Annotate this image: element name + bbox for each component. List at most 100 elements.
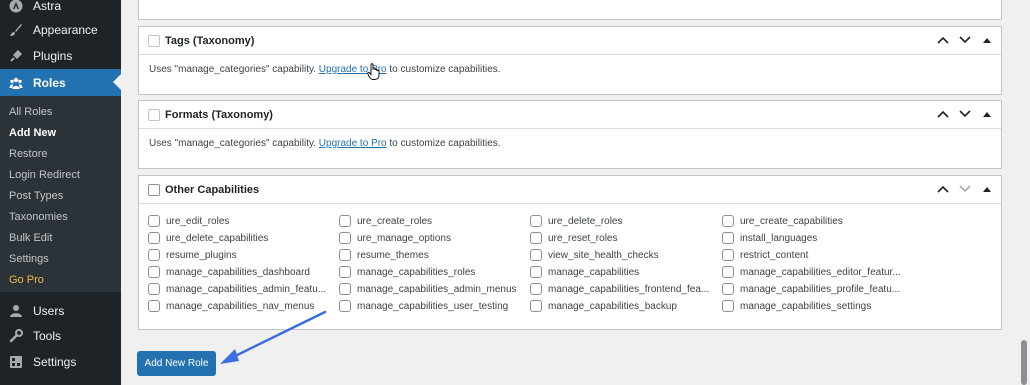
capability-note: Uses "manage_categories" capability. xyxy=(149,138,319,149)
capability-label: ure_create_roles xyxy=(357,215,433,227)
sidebar-item-settings[interactable]: Settings xyxy=(0,349,121,375)
capability-checkbox[interactable] xyxy=(530,283,542,295)
capability-item: install_languages xyxy=(722,232,817,244)
panel-header[interactable]: Tags (Taxonomy) xyxy=(139,27,1001,55)
submenu-settings[interactable]: Settings xyxy=(9,253,49,265)
panel-checkbox[interactable] xyxy=(148,183,160,196)
capability-checkbox[interactable] xyxy=(339,300,351,312)
capability-item: ure_manage_options xyxy=(339,232,451,244)
admin-sidebar: Astra Appearance Plugins Roles All Roles… xyxy=(0,0,121,385)
submenu-go-pro[interactable]: Go Pro xyxy=(9,274,44,286)
capability-item: resume_themes xyxy=(339,249,429,261)
capability-item: ure_edit_roles xyxy=(148,215,229,227)
chevron-up-icon[interactable] xyxy=(937,33,949,47)
capability-checkbox[interactable] xyxy=(339,232,351,244)
submenu-add-new[interactable]: Add New xyxy=(9,127,56,139)
chevron-up-icon[interactable] xyxy=(937,182,949,196)
plug-icon xyxy=(7,47,25,65)
upgrade-link[interactable]: Upgrade to Pro xyxy=(319,138,387,149)
capability-checkbox[interactable] xyxy=(722,300,734,312)
submenu-login-redirect[interactable]: Login Redirect xyxy=(9,169,80,181)
capability-item: manage_capabilities_editor_featur... xyxy=(722,266,901,278)
capability-item: resume_plugins xyxy=(148,249,237,261)
capability-note-suffix: to customize capabilities. xyxy=(386,138,501,149)
sidebar-item-label: Tools xyxy=(33,329,62,343)
capability-checkbox[interactable] xyxy=(339,283,351,295)
capability-item: ure_create_roles xyxy=(339,215,432,227)
capability-label: resume_themes xyxy=(357,249,429,261)
capability-checkbox[interactable] xyxy=(530,266,542,278)
panel-checkbox xyxy=(148,108,160,121)
capability-item: ure_delete_capabilities xyxy=(148,232,268,244)
capability-checkbox[interactable] xyxy=(148,283,160,295)
capability-checkbox[interactable] xyxy=(530,300,542,312)
capability-checkbox[interactable] xyxy=(339,249,351,261)
submenu-bulk-edit[interactable]: Bulk Edit xyxy=(9,232,52,244)
sidebar-item-label: Astra xyxy=(33,0,62,13)
capability-item: ure_delete_roles xyxy=(530,215,623,227)
sidebar-item-users[interactable]: Users xyxy=(0,298,121,324)
capability-checkbox[interactable] xyxy=(148,266,160,278)
capability-checkbox[interactable] xyxy=(530,215,542,227)
capability-checkbox[interactable] xyxy=(530,249,542,261)
astra-icon xyxy=(7,0,25,15)
scrollbar-thumb[interactable] xyxy=(1021,340,1027,385)
capability-label: manage_capabilities_frontend_fea... xyxy=(548,283,710,295)
capability-checkbox[interactable] xyxy=(148,300,160,312)
sidebar-item-tools[interactable]: Tools xyxy=(0,323,121,349)
capability-item: manage_capabilities_roles xyxy=(339,266,475,278)
capability-item: manage_capabilities_backup xyxy=(530,300,677,312)
capability-checkbox[interactable] xyxy=(722,232,734,244)
panel-other-capabilities: Other Capabilities ure_edit_roles ure_cre… xyxy=(138,175,1002,330)
panel-checkbox xyxy=(148,34,160,47)
capability-label: ure_delete_roles xyxy=(548,215,623,227)
sidebar-item-label: Appearance xyxy=(33,23,98,37)
chevron-down-icon[interactable] xyxy=(959,33,971,47)
sidebar-item-plugins[interactable]: Plugins xyxy=(0,43,121,69)
add-new-role-button[interactable]: Add New Role xyxy=(137,351,216,376)
capability-checkbox[interactable] xyxy=(339,266,351,278)
previous-panel xyxy=(138,0,1002,20)
capability-checkbox[interactable] xyxy=(148,232,160,244)
sidebar-item-roles[interactable]: Roles xyxy=(0,69,121,96)
capability-checkbox[interactable] xyxy=(339,215,351,227)
capability-item: ure_create_capabilities xyxy=(722,215,843,227)
capability-label: manage_capabilities_admin_featu... xyxy=(166,283,327,295)
panel-title: Other Capabilities xyxy=(165,183,260,196)
capability-checkbox[interactable] xyxy=(148,249,160,261)
capability-checkbox[interactable] xyxy=(722,249,734,261)
capability-item: manage_capabilities_settings xyxy=(722,300,871,312)
page-scrollbar[interactable] xyxy=(1018,0,1030,385)
submenu-post-types[interactable]: Post Types xyxy=(9,190,63,202)
toggle-triangle-icon[interactable] xyxy=(981,107,993,121)
panel-header[interactable]: Other Capabilities xyxy=(139,176,1001,204)
chevron-down-icon[interactable] xyxy=(959,182,971,196)
capability-item: manage_capabilities_dashboard xyxy=(148,266,310,278)
panel-header[interactable]: Formats (Taxonomy) xyxy=(139,101,1001,129)
capability-label: restrict_content xyxy=(740,249,809,261)
capability-checkbox[interactable] xyxy=(722,266,734,278)
capability-item: manage_capabilities_user_testing xyxy=(339,300,508,312)
capability-label: manage_capabilities_profile_featu... xyxy=(740,283,901,295)
submenu-taxonomies[interactable]: Taxonomies xyxy=(9,211,68,223)
capability-label: manage_capabilities_roles xyxy=(357,266,476,278)
capability-checkbox[interactable] xyxy=(530,232,542,244)
capability-item: manage_capabilities_admin_menus xyxy=(339,283,517,295)
toggle-triangle-icon[interactable] xyxy=(981,182,993,196)
capability-checkbox[interactable] xyxy=(722,283,734,295)
sidebar-item-appearance[interactable]: Appearance xyxy=(0,17,121,43)
capability-item: manage_capabilities_profile_featu... xyxy=(722,283,900,295)
submenu-restore[interactable]: Restore xyxy=(9,148,48,160)
capability-checkbox[interactable] xyxy=(722,215,734,227)
capability-label: ure_manage_options xyxy=(357,232,451,244)
chevron-down-icon[interactable] xyxy=(959,107,971,121)
capability-label: install_languages xyxy=(740,232,818,244)
capability-checkbox[interactable] xyxy=(148,215,160,227)
active-indicator xyxy=(113,74,121,90)
toggle-triangle-icon[interactable] xyxy=(981,33,993,47)
sidebar-item-label: Roles xyxy=(33,75,66,90)
chevron-up-icon[interactable] xyxy=(937,107,949,121)
submenu-all-roles[interactable]: All Roles xyxy=(9,106,52,118)
panel-title: Tags (Taxonomy) xyxy=(165,34,255,47)
panel-formats-taxonomy: Formats (Taxonomy) Uses "manage_categori… xyxy=(138,100,1002,169)
